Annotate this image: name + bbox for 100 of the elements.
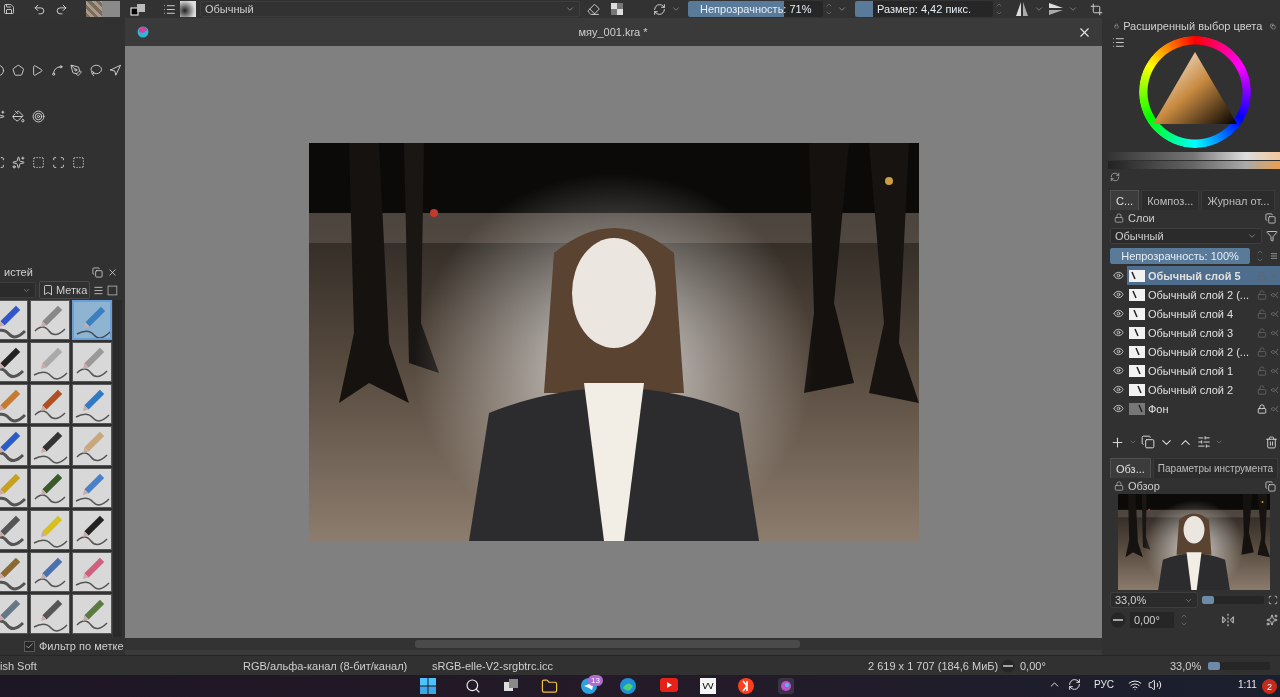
eraser-icon[interactable] — [586, 2, 600, 16]
visibility-icon[interactable] — [1113, 384, 1124, 395]
opacity-slider[interactable]: Размер: 4,42 пикс. — [855, 1, 993, 17]
brush-preset[interactable] — [72, 426, 112, 466]
dock-tab[interactable]: Параметры инструмента — [1152, 458, 1278, 478]
brush-preset[interactable] — [30, 510, 70, 550]
crop-icon[interactable] — [1089, 2, 1103, 16]
brush-preset[interactable] — [0, 384, 28, 424]
layer-row[interactable]: Обычный слой 2 (... — [1127, 342, 1280, 361]
redo-icon[interactable] — [54, 2, 68, 16]
brush-preset[interactable] — [72, 594, 112, 634]
brush-preset[interactable] — [72, 468, 112, 508]
zoom-slider[interactable] — [1208, 662, 1270, 670]
settings-list-icon[interactable] — [1112, 36, 1125, 49]
color-history-strip[interactable] — [1108, 152, 1280, 160]
properties-icon[interactable] — [1197, 435, 1211, 449]
reload-icon[interactable] — [652, 2, 666, 16]
tag-button[interactable]: Метка — [39, 281, 91, 299]
lock-toggle[interactable] — [1257, 327, 1267, 338]
dock-tab[interactable]: Композ... — [1141, 190, 1200, 210]
paint-app-icon[interactable] — [778, 678, 794, 694]
visibility-icon[interactable] — [1113, 365, 1124, 376]
video-app-icon[interactable] — [660, 678, 678, 692]
lock-toggle[interactable] — [1257, 346, 1267, 357]
brush-preset[interactable] — [72, 384, 112, 424]
lock-icon[interactable] — [1114, 213, 1124, 223]
search-icon[interactable] — [465, 678, 481, 694]
scan-icon[interactable] — [52, 155, 65, 169]
visibility-icon[interactable] — [1113, 346, 1124, 357]
dock-tab[interactable]: Обз... — [1110, 458, 1151, 478]
layer-row[interactable]: Обычный слой 2 (... — [1127, 285, 1280, 304]
mirror-vertical-icon[interactable] — [1014, 1, 1030, 17]
document-app-icon[interactable] — [700, 678, 716, 694]
visibility-icon[interactable] — [1113, 308, 1124, 319]
lock-toggle[interactable] — [1257, 289, 1267, 300]
rotation-dial-icon[interactable] — [1000, 659, 1016, 673]
browser-icon[interactable] — [738, 678, 754, 694]
start-icon[interactable] — [420, 678, 436, 694]
reset-view-icon[interactable] — [1266, 614, 1278, 626]
lock-toggle[interactable] — [1257, 270, 1267, 281]
float-icon[interactable] — [1265, 480, 1276, 492]
visibility-icon[interactable] — [1113, 270, 1124, 281]
brush-preset[interactable] — [72, 342, 112, 382]
language-indicator[interactable]: РУС — [1094, 679, 1115, 690]
brush-preset[interactable] — [30, 426, 70, 466]
volume-icon[interactable] — [1148, 678, 1162, 692]
color-swap-icon[interactable] — [130, 1, 146, 17]
layer-row[interactable]: Фон — [1127, 399, 1280, 418]
blend-mode-dropdown[interactable]: Обычный — [1110, 228, 1262, 244]
brush-preset[interactable] — [0, 552, 28, 592]
lock-toggle[interactable] — [1257, 308, 1267, 319]
wifi-icon[interactable] — [1128, 678, 1142, 692]
dock-tab[interactable]: Журнал от... — [1201, 190, 1276, 210]
brush-preset[interactable] — [30, 594, 70, 634]
opacity-slider[interactable]: Непрозрачность: 100% — [1110, 248, 1250, 264]
brush-preset[interactable] — [72, 552, 112, 592]
visibility-icon[interactable] — [1113, 327, 1124, 338]
brush-preset[interactable] — [0, 510, 28, 550]
save-icon[interactable] — [3, 3, 15, 15]
dashed-square-icon[interactable] — [32, 155, 45, 169]
fit-icon[interactable] — [1268, 594, 1278, 606]
folder-icon[interactable] — [541, 678, 558, 695]
lock-toggle[interactable] — [1257, 403, 1267, 414]
clock-text[interactable]: 1:11 — [1238, 679, 1257, 690]
browser-icon[interactable] — [620, 678, 636, 694]
layer-row[interactable]: Обычный слой 4 — [1127, 304, 1280, 323]
brush-preset[interactable] — [0, 426, 28, 466]
add-layer-icon[interactable] — [1110, 434, 1125, 450]
brush-preset[interactable] — [0, 342, 28, 382]
brush-preset[interactable] — [0, 300, 28, 340]
pen-icon[interactable] — [70, 63, 83, 77]
task-view-icon[interactable] — [503, 678, 519, 694]
float-icon[interactable] — [92, 266, 103, 278]
pointer-icon[interactable] — [109, 63, 123, 77]
layer-row[interactable]: Обычный слой 2 — [1127, 380, 1280, 399]
reset-icon[interactable] — [1110, 172, 1120, 182]
rotation-dial-icon[interactable] — [1110, 612, 1126, 628]
mirror-icon[interactable] — [1221, 613, 1235, 627]
target-icon[interactable] — [32, 109, 45, 123]
paint-bucket-icon[interactable] — [12, 109, 25, 123]
dock-tab[interactable]: С... — [1110, 190, 1140, 210]
scrollbar[interactable] — [112, 300, 122, 637]
brush-preset[interactable] — [30, 300, 70, 340]
lock-toggle[interactable] — [1257, 365, 1267, 376]
brush-preset[interactable] — [30, 384, 70, 424]
filter-icon[interactable] — [1266, 230, 1278, 242]
lasso-icon[interactable] — [89, 63, 103, 77]
menu-icon[interactable] — [1270, 250, 1278, 262]
notification-badge[interactable]: 2 — [1262, 679, 1277, 694]
curve-icon[interactable] — [50, 63, 64, 77]
lock-icon[interactable] — [1114, 21, 1120, 31]
float-icon[interactable] — [1265, 212, 1276, 224]
color-strip[interactable] — [1108, 161, 1280, 169]
mirror-horizontal-icon[interactable] — [1048, 1, 1064, 17]
sync-icon[interactable] — [1068, 678, 1081, 691]
magic-wand-icon[interactable] — [12, 155, 25, 169]
gradient-swatch[interactable] — [102, 1, 120, 17]
rotation-field[interactable]: 0,00° — [1130, 612, 1174, 628]
brush-preset[interactable] — [0, 594, 28, 634]
delete-icon[interactable] — [1265, 435, 1278, 449]
